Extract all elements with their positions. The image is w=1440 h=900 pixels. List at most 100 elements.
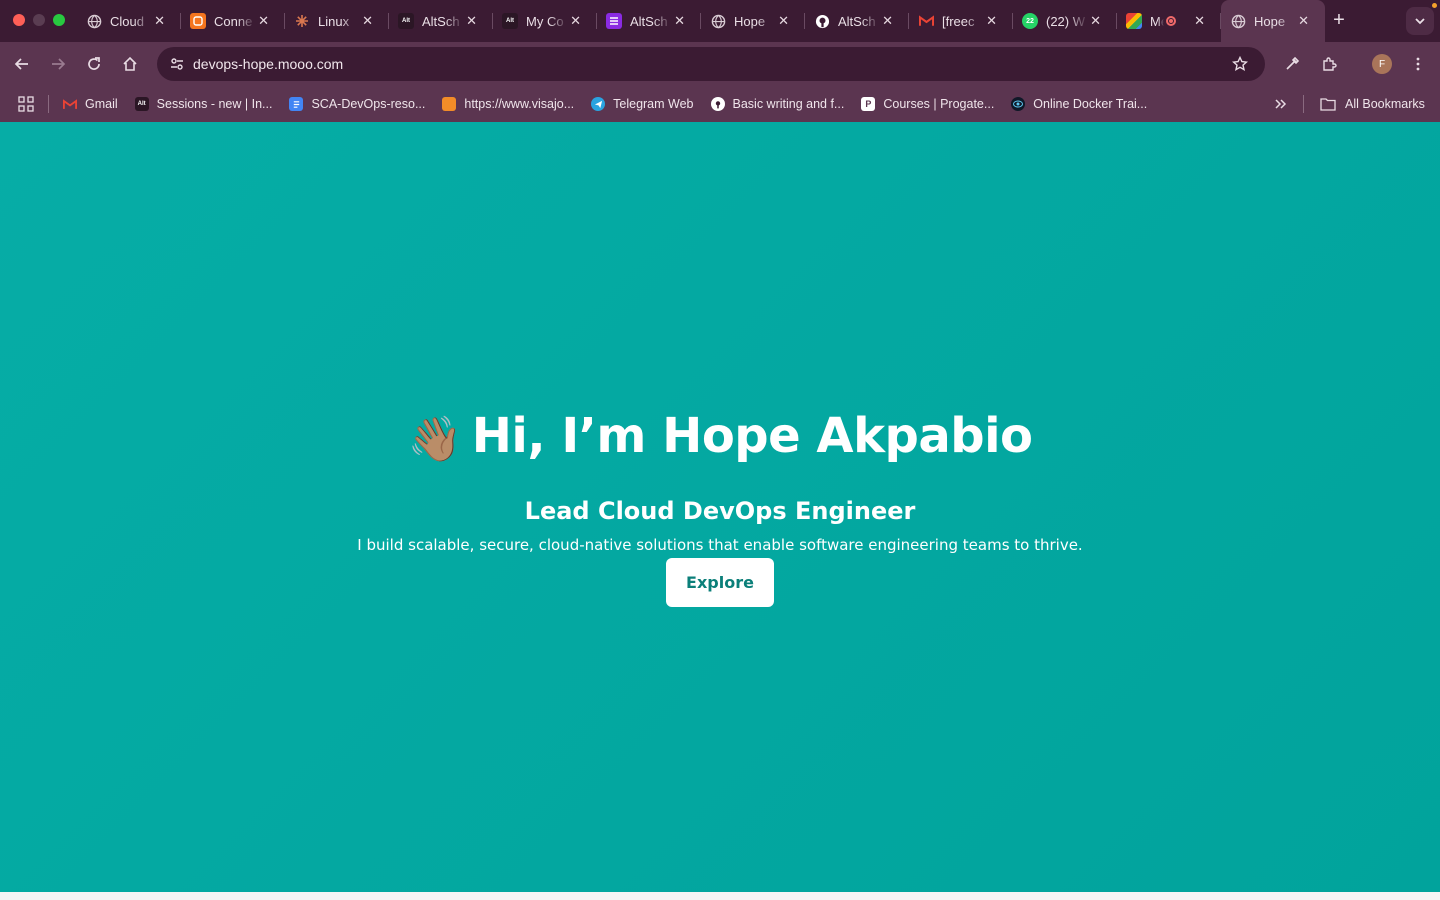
browser-tab[interactable]: AltSch ✕ bbox=[597, 0, 701, 42]
close-tab-icon[interactable]: ✕ bbox=[466, 13, 477, 29]
browser-toolbar: devops-hope.mooo.com F bbox=[0, 42, 1440, 86]
globe-icon bbox=[1230, 13, 1246, 29]
tab-title: Conne bbox=[214, 13, 253, 29]
docs-icon bbox=[289, 97, 304, 111]
bookmark-label: https://www.visajo... bbox=[464, 97, 575, 111]
eyedropper-extension-button[interactable] bbox=[1280, 52, 1304, 76]
close-tab-icon[interactable]: ✕ bbox=[1194, 13, 1205, 29]
bookmark-label: Gmail bbox=[85, 97, 118, 111]
close-tab-icon[interactable]: ✕ bbox=[1298, 13, 1309, 29]
altschool-icon: Alt bbox=[398, 13, 414, 29]
tune-icon bbox=[171, 58, 183, 70]
bookmark-item[interactable]: Gmail bbox=[63, 97, 118, 111]
apps-grid-button[interactable] bbox=[17, 95, 35, 113]
browser-tab[interactable]: Conne ✕ bbox=[181, 0, 285, 42]
browser-tab[interactable]: Alt My Co ✕ bbox=[493, 0, 597, 42]
bookmark-label: Sessions - new | In... bbox=[156, 97, 273, 111]
arrow-left-icon bbox=[14, 58, 28, 70]
notification-dot bbox=[1432, 3, 1437, 8]
bookmark-label: Telegram Web bbox=[613, 97, 694, 111]
extensions-button[interactable] bbox=[1317, 52, 1341, 76]
browser-tab[interactable]: Hope ✕ bbox=[1221, 0, 1325, 42]
tab-title: Hope bbox=[734, 13, 766, 29]
star-icon bbox=[1232, 56, 1248, 71]
browser-tab[interactable]: Me ✕ bbox=[1117, 0, 1221, 42]
browser-tab[interactable]: Hope ✕ bbox=[701, 0, 805, 42]
forward-button[interactable] bbox=[46, 52, 70, 76]
double-chevron-right-icon bbox=[1275, 99, 1287, 109]
bottom-edge bbox=[0, 892, 1440, 900]
reload-button[interactable] bbox=[82, 52, 106, 76]
bookmark-item[interactable]: Alt Sessions - new | In... bbox=[134, 97, 273, 111]
close-tab-icon[interactable]: ✕ bbox=[258, 13, 269, 29]
tab-title: My Co bbox=[526, 13, 564, 29]
browser-tab[interactable]: Alt AltSch ✕ bbox=[389, 0, 493, 42]
reload-icon bbox=[88, 57, 100, 70]
arrow-right-icon bbox=[52, 58, 66, 70]
close-tab-icon[interactable]: ✕ bbox=[362, 13, 373, 29]
explore-button[interactable]: Explore bbox=[666, 558, 774, 607]
bookmark-item[interactable]: P Courses | Progate... bbox=[861, 97, 994, 111]
all-bookmarks-button[interactable]: All Bookmarks bbox=[1320, 86, 1425, 122]
github-icon bbox=[814, 13, 830, 29]
home-button[interactable] bbox=[118, 52, 142, 76]
bookmark-item[interactable]: Telegram Web bbox=[591, 97, 694, 111]
gmail-icon bbox=[63, 97, 77, 111]
close-tab-icon[interactable]: ✕ bbox=[882, 13, 893, 29]
bookmark-item[interactable]: Online Docker Trai... bbox=[1011, 97, 1147, 111]
docker-eye-icon bbox=[1011, 97, 1026, 111]
close-tab-icon[interactable]: ✕ bbox=[570, 13, 581, 29]
browser-tab[interactable]: AltSch ✕ bbox=[805, 0, 909, 42]
close-tab-icon[interactable]: ✕ bbox=[1090, 13, 1101, 29]
bookmark-item[interactable]: https://www.visajo... bbox=[442, 97, 574, 111]
whatsapp-icon: 22 bbox=[1022, 13, 1038, 29]
bookmarks-divider bbox=[48, 95, 49, 113]
bookmarks-bar: Gmail Alt Sessions - new | In... SCA-DevOps… bbox=[0, 86, 1440, 122]
bookmarks-divider bbox=[1303, 95, 1304, 113]
conn-icon bbox=[190, 13, 206, 29]
tab-title: AltSch bbox=[838, 13, 876, 29]
openai-icon bbox=[86, 13, 102, 29]
hero-tagline: I build scalable, secure, cloud-native s… bbox=[357, 536, 1083, 554]
minimize-window-button[interactable] bbox=[33, 14, 45, 26]
eyedropper-icon bbox=[1286, 56, 1300, 70]
tab-search-button[interactable] bbox=[1406, 7, 1434, 35]
meet-icon bbox=[1126, 13, 1142, 29]
site-info-button[interactable] bbox=[165, 52, 189, 76]
bookmark-label: Online Docker Trai... bbox=[1033, 97, 1148, 111]
browser-tab[interactable]: 22 (22) W ✕ bbox=[1013, 0, 1117, 42]
tab-title: Linux bbox=[318, 13, 350, 29]
more-bookmarks-button[interactable] bbox=[1272, 95, 1290, 113]
tab-title: Hope bbox=[1254, 13, 1286, 29]
hero-heading: 👋🏽 Hi, I’m Hope Akpabio bbox=[0, 408, 1440, 465]
bookmark-label: SCA-DevOps-reso... bbox=[311, 97, 426, 111]
browser-menu-button[interactable] bbox=[1406, 52, 1430, 76]
chevron-down-icon bbox=[1415, 18, 1425, 25]
close-tab-icon[interactable]: ✕ bbox=[154, 13, 165, 29]
bookmark-item[interactable]: SCA-DevOps-reso... bbox=[289, 97, 425, 111]
browser-tab[interactable]: Cloud ✕ bbox=[77, 0, 181, 42]
tab-title: AltSch bbox=[422, 13, 460, 29]
list-icon bbox=[606, 13, 622, 29]
close-window-button[interactable] bbox=[13, 14, 25, 26]
browser-tab[interactable]: [freec ✕ bbox=[909, 0, 1013, 42]
fullscreen-window-button[interactable] bbox=[53, 14, 65, 26]
progate-icon: P bbox=[861, 97, 876, 111]
address-bar[interactable]: devops-hope.mooo.com bbox=[157, 47, 1265, 81]
bookmark-star-button[interactable] bbox=[1229, 53, 1251, 75]
address-url[interactable]: devops-hope.mooo.com bbox=[193, 56, 343, 72]
close-tab-icon[interactable]: ✕ bbox=[674, 13, 685, 29]
browser-tab[interactable]: Linux ✕ bbox=[285, 0, 389, 42]
gmail-icon bbox=[918, 13, 934, 29]
github-icon bbox=[710, 97, 725, 111]
close-tab-icon[interactable]: ✕ bbox=[778, 13, 789, 29]
hero-greeting-text: Hi, I’m Hope Akpabio bbox=[471, 408, 1033, 464]
profile-avatar[interactable]: F bbox=[1372, 54, 1392, 74]
back-button[interactable] bbox=[10, 52, 34, 76]
bookmark-item[interactable]: Basic writing and f... bbox=[710, 97, 844, 111]
home-icon bbox=[123, 56, 137, 71]
new-tab-button[interactable]: + bbox=[1329, 9, 1349, 31]
waving-hand-icon: 👋🏽 bbox=[407, 414, 462, 465]
close-tab-icon[interactable]: ✕ bbox=[986, 13, 997, 29]
bookmark-list: Gmail Alt Sessions - new | In... SCA-DevOps… bbox=[63, 86, 1164, 122]
